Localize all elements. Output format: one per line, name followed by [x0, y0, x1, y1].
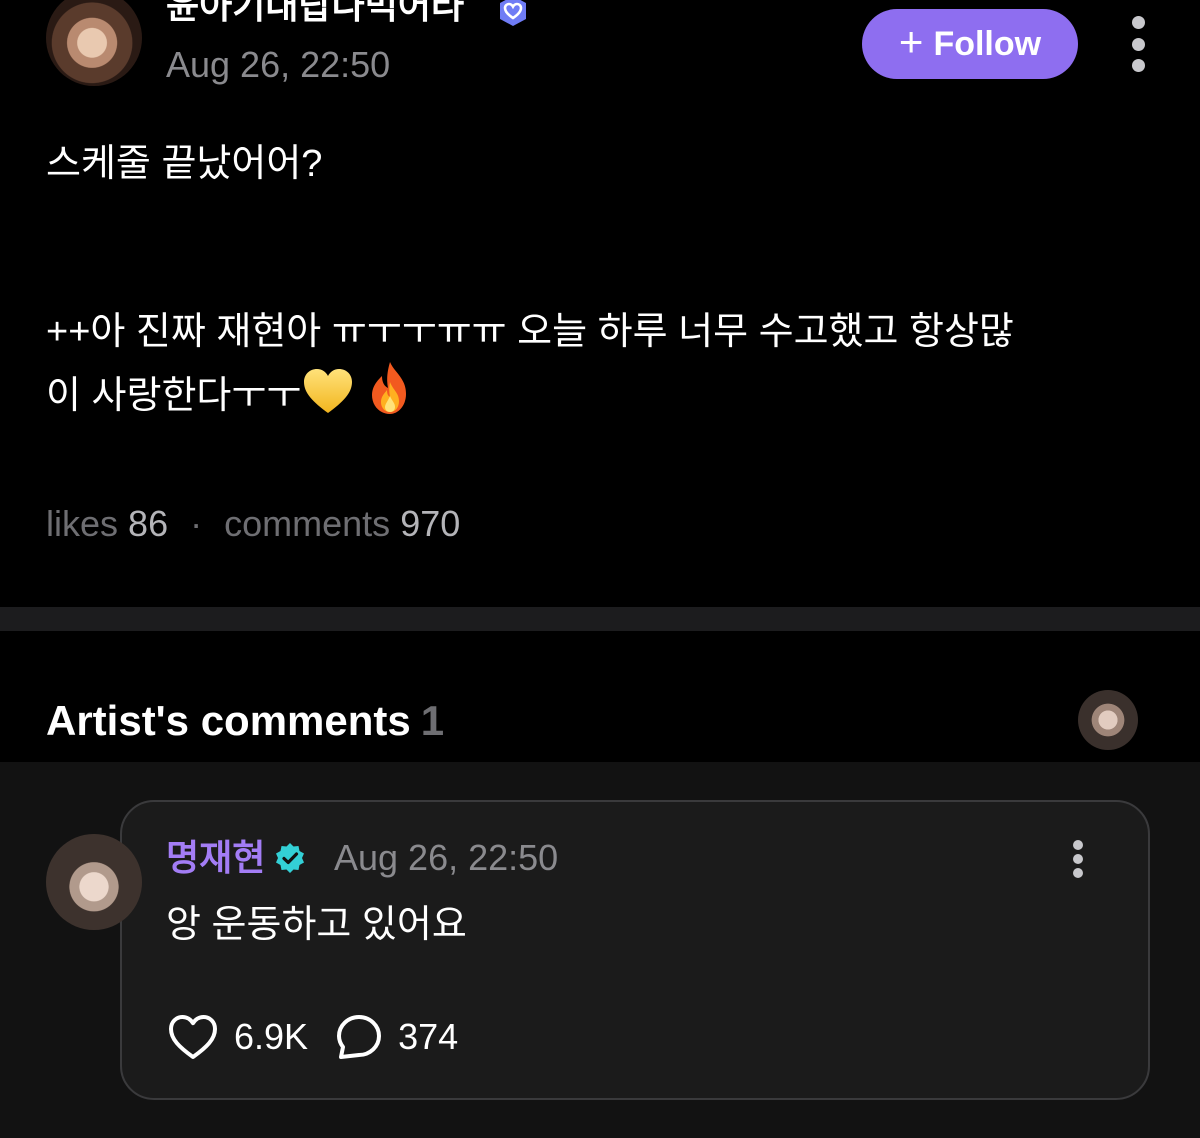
verified-icon — [276, 843, 304, 873]
likes-count[interactable]: 86 — [128, 503, 168, 544]
reply-count: 374 — [398, 1016, 459, 1057]
section-divider — [0, 607, 1200, 631]
commenter-avatar[interactable] — [46, 834, 142, 930]
heart-icon — [169, 1015, 217, 1059]
plus-icon: + — [898, 18, 924, 65]
comment-bubble-icon — [337, 1015, 382, 1059]
artist-comments-title: Artist's comments 1 — [46, 694, 444, 748]
artist-avatar-small[interactable] — [1078, 690, 1138, 750]
author-avatar[interactable] — [46, 0, 142, 86]
comment-date: Aug 26, 22:50 — [334, 837, 559, 878]
post-text: 스케줄 끝났어어? ++아 진짜 재현아 ㅠㅜㅜㅠㅠ 오늘 하루 너무 수고했고… — [46, 136, 1156, 424]
artist-comments-label: Artist's comments — [46, 697, 411, 744]
fan-badge-icon — [500, 0, 526, 26]
like-count: 6.9K — [234, 1016, 309, 1057]
stats-separator: · — [190, 503, 203, 544]
yellow-heart-icon — [304, 369, 353, 413]
post-page: 윤아기대랍나먹어라 Aug 26, 22:50 + Follow 스케줄 끝났어… — [0, 0, 1200, 1138]
comments-label: comments — [224, 503, 391, 544]
more-vertical-icon[interactable] — [1128, 16, 1148, 72]
follow-label: Follow — [933, 24, 1042, 63]
comment-actions: 6.9K 374 — [166, 1010, 484, 1064]
post-stats: likes 86 · comments 970 — [46, 502, 460, 546]
comments-count[interactable]: 970 — [400, 503, 460, 544]
comment-author[interactable]: 명재현 — [166, 836, 265, 880]
post-header: 윤아기대랍나먹어라 Aug 26, 22:50 + Follow — [0, 0, 1200, 100]
fire-icon — [371, 362, 406, 414]
author-name[interactable]: 윤아기대랍나먹어라 — [166, 0, 464, 26]
comment-more-vertical-icon[interactable] — [1068, 840, 1088, 878]
post-date: Aug 26, 22:50 — [166, 44, 391, 85]
reply-button[interactable]: 374 — [334, 1012, 458, 1062]
follow-button[interactable]: + Follow — [862, 9, 1078, 79]
artist-comments-count: 1 — [420, 697, 445, 744]
comment-text: 앙 운동하고 있어요 — [166, 904, 467, 946]
like-button[interactable]: 6.9K — [166, 1012, 308, 1062]
likes-label: likes — [46, 503, 119, 544]
post-text-content: 스케줄 끝났어어? ++아 진짜 재현아 ㅠㅜㅜㅠㅠ 오늘 하루 너무 수고했고… — [46, 143, 1014, 417]
